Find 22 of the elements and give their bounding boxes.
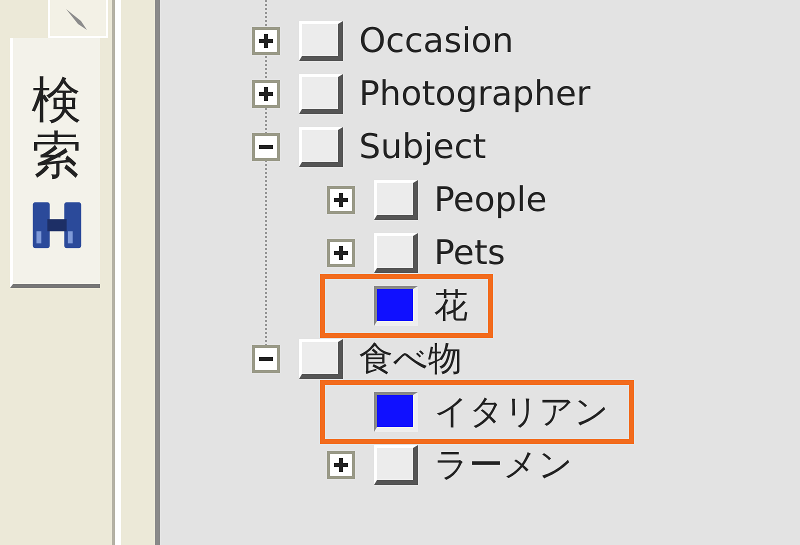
tree-item[interactable]: 花 (434, 282, 468, 328)
expander-icon[interactable] (252, 26, 280, 54)
expander-icon[interactable] (327, 450, 355, 478)
tree-item[interactable]: Photographer (359, 74, 590, 114)
side-tab[interactable]: 検索 (10, 38, 100, 288)
expander-icon[interactable] (252, 344, 280, 372)
expander-icon[interactable] (327, 238, 355, 266)
checkbox[interactable] (374, 392, 418, 432)
tree-item[interactable]: 食べ物 (359, 336, 462, 382)
tree-item[interactable]: イタリアン (434, 388, 609, 434)
expander-icon[interactable] (252, 80, 280, 108)
tree-item[interactable]: Occasion (359, 20, 514, 60)
tree-item[interactable]: People (434, 180, 547, 220)
checkbox[interactable] (374, 286, 418, 326)
side-tab[interactable] (48, 0, 108, 38)
splitter-bar[interactable] (112, 0, 160, 545)
expander-icon[interactable] (327, 186, 355, 214)
tree-item[interactable]: Pets (434, 232, 506, 272)
tree-item[interactable]: ラーメン (434, 442, 573, 488)
tree-item[interactable]: Subject (359, 126, 486, 166)
tab-label: 検索 (32, 73, 82, 183)
expander-icon[interactable] (252, 132, 280, 160)
